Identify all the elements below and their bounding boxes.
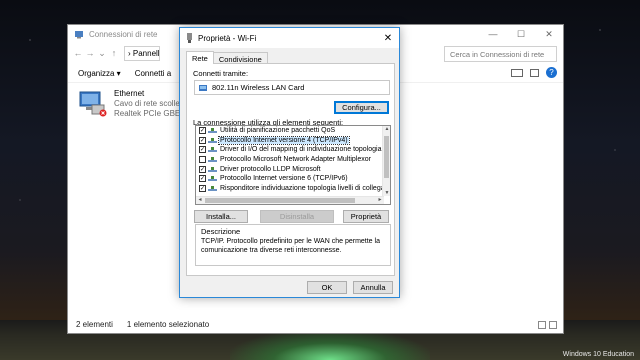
vertical-scroll-thumb[interactable] (384, 136, 389, 178)
network-component-icon (208, 185, 217, 192)
explorer-window-controls: — ☐ ✕ (479, 25, 563, 43)
network-component-icon (208, 137, 217, 144)
connect-to-button[interactable]: Connetti a (135, 69, 171, 78)
wifi-properties-dialog[interactable]: Proprietà - Wi-Fi ✕ Rete Condivisione Co… (179, 27, 400, 298)
properties-button[interactable]: Proprietà (343, 210, 389, 223)
status-bar: 2 elementi 1 elemento selezionato (76, 320, 209, 329)
search-input[interactable]: Cerca in Connessioni di rete (444, 46, 557, 62)
list-item-label: Utilità di pianificazione pacchetti QoS (220, 127, 336, 135)
list-item[interactable]: ✓ Driver di I/O del mapping di individuaz… (196, 145, 390, 155)
checkbox-unchecked[interactable] (199, 156, 206, 164)
list-item-label: Protocollo Internet versione 4 (TCP/IPv4… (218, 135, 350, 145)
list-item[interactable]: Protocollo Microsoft Network Adapter Mul… (196, 155, 390, 165)
description-text: TCP/IP. Protocollo predefinito per le WA… (201, 238, 380, 254)
checkbox-checked[interactable]: ✓ (199, 127, 206, 135)
forward-arrow-icon[interactable]: → (84, 48, 96, 58)
network-adapter-icon (187, 33, 192, 43)
breadcrumb-path: Pannello (132, 48, 160, 58)
network-component-icon (208, 146, 217, 153)
list-item[interactable]: ✓ Protocollo Internet versione 4 (TCP/IPv… (196, 135, 390, 146)
checkbox-checked[interactable]: ✓ (199, 136, 206, 144)
vertical-scrollbar[interactable]: ▲ ▼ (382, 126, 390, 196)
search-placeholder: Cerca in Connessioni di rete (450, 49, 545, 59)
preview-pane-icon[interactable] (530, 68, 539, 77)
configure-button[interactable]: Configura... (334, 101, 389, 114)
maximize-icon[interactable]: ☐ (507, 25, 535, 43)
dialog-titlebar[interactable]: Proprietà - Wi-Fi (180, 28, 399, 48)
description-title: Descrizione (201, 227, 241, 236)
explorer-title: Connessioni di rete (89, 29, 158, 39)
install-button[interactable]: Installa... (194, 210, 248, 223)
organize-button[interactable]: Organizza ▾ (78, 69, 121, 78)
wireless-card-icon (199, 84, 207, 91)
minimize-icon[interactable]: — (479, 25, 507, 43)
item-count: 2 elementi (76, 320, 113, 329)
uninstall-button[interactable]: Disinstalla (260, 210, 334, 223)
connect-using-label: Connetti tramite: (193, 69, 249, 78)
checkbox-checked[interactable]: ✓ (199, 165, 206, 173)
up-arrow-icon[interactable]: ↑ (108, 48, 120, 58)
network-component-icon (208, 127, 217, 134)
ok-button[interactable]: OK (307, 281, 347, 294)
layout-toggles (538, 321, 557, 329)
checkbox-checked[interactable]: ✓ (199, 146, 206, 154)
horizontal-scrollbar[interactable]: ◂ ▸ (196, 196, 384, 204)
list-item-label: Driver protocollo LLDP Microsoft (220, 165, 321, 173)
list-item-label: Risponditore individuazione topologia li… (220, 184, 391, 192)
list-item-label: Protocollo Microsoft Network Adapter Mul… (220, 156, 371, 164)
view-options-icon[interactable] (511, 68, 523, 77)
network-folder-icon (75, 30, 83, 38)
checkbox-checked[interactable]: ✓ (199, 184, 206, 192)
list-item[interactable]: ✓ Protocollo Internet versione 6 (TCP/IPv… (196, 174, 390, 184)
breadcrumb[interactable]: › Pannello (124, 45, 160, 61)
cancel-button[interactable]: Annulla (353, 281, 393, 294)
tab-rete[interactable]: Rete (186, 51, 214, 64)
close-icon[interactable]: ✕ (377, 28, 399, 48)
back-arrow-icon[interactable]: ← (72, 48, 84, 58)
scroll-up-icon[interactable]: ▲ (383, 126, 390, 132)
network-component-icon (208, 166, 217, 173)
list-item-label: Protocollo Internet versione 6 (TCP/IPv6… (220, 175, 348, 183)
adapter-field: 802.11n Wireless LAN Card (194, 80, 390, 95)
help-icon[interactable]: ? (546, 67, 557, 78)
adapter-name: 802.11n Wireless LAN Card (212, 83, 305, 92)
details-view-icon[interactable] (538, 321, 546, 329)
network-component-icon (208, 175, 217, 182)
windows-watermark: Windows 10 Education (562, 351, 634, 358)
scroll-down-icon[interactable]: ▼ (383, 190, 390, 196)
recent-chevron-icon[interactable]: ⌄ (96, 48, 108, 59)
scroll-right-icon[interactable]: ▸ (376, 196, 384, 203)
checkbox-checked[interactable]: ✓ (199, 175, 206, 183)
list-item-label: Driver di I/O del mapping di individuazi… (220, 146, 391, 154)
components-list[interactable]: ✓ Utilità di pianificazione pacchetti QoS… (195, 125, 391, 205)
list-item[interactable]: ✓ Utilità di pianificazione pacchetti QoS (196, 126, 390, 136)
dialog-title: Proprietà - Wi-Fi (198, 33, 257, 43)
list-item[interactable]: ✓ Risponditore individuazione topologia l… (196, 184, 390, 194)
description-group: Descrizione TCP/IP. Protocollo predefini… (195, 224, 391, 266)
view-tools: ? (511, 67, 557, 78)
large-icons-view-icon[interactable] (549, 321, 557, 329)
scroll-left-icon[interactable]: ◂ (196, 196, 204, 203)
network-component-icon (208, 156, 217, 163)
tent-glow (230, 330, 430, 360)
ethernet-adapter-icon (79, 91, 107, 117)
close-icon[interactable]: ✕ (535, 25, 563, 43)
horizontal-scroll-thumb[interactable] (205, 198, 355, 203)
list-item[interactable]: ✓ Driver protocollo LLDP Microsoft (196, 164, 390, 174)
selected-count: 1 elemento selezionato (126, 320, 210, 329)
